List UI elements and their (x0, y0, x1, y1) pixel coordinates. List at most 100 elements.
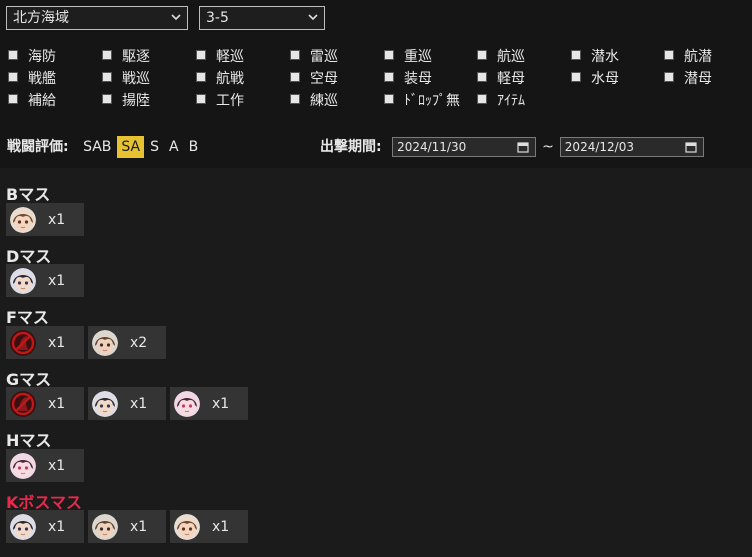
ship-type-label: 駆逐 (122, 49, 150, 65)
brown-hair-girl-icon (10, 206, 36, 233)
ship-type-label: 航戦 (216, 71, 244, 87)
drop-count: x1 (130, 518, 148, 535)
ship-type-checkbox[interactable]: ｱｲﾃﾑ (477, 90, 525, 112)
checkbox-icon[interactable] (384, 94, 394, 104)
ship-type-checkbox[interactable]: 航戦 (196, 68, 244, 90)
ship-type-label: 海防 (28, 49, 56, 65)
node-title: Bマス (6, 185, 51, 204)
rating-option[interactable]: SA (117, 136, 145, 158)
date-to-input[interactable]: 2024/12/03 (559, 137, 704, 157)
ship-type-checkbox[interactable]: 軽巡 (196, 46, 244, 68)
checkbox-icon[interactable] (102, 72, 112, 82)
ship-type-checkbox[interactable]: 駆逐 (102, 46, 150, 68)
ship-type-checkbox[interactable]: 戦艦 (8, 68, 56, 90)
drop-entry[interactable]: x1 (88, 387, 166, 420)
dark-hair-girl-icon (10, 267, 36, 294)
checkbox-icon[interactable] (290, 94, 300, 104)
area-select[interactable]: 北方海域 (6, 6, 188, 30)
checkbox-icon[interactable] (384, 72, 394, 82)
drop-count: x1 (130, 395, 148, 412)
ship-type-checkbox[interactable]: 装母 (384, 68, 432, 90)
ship-type-checkbox[interactable]: 練巡 (290, 90, 338, 112)
drop-entry[interactable]: x1 (6, 387, 84, 420)
ship-type-label: 揚陸 (122, 93, 150, 109)
dark-hair-girl-icon (92, 390, 118, 417)
checkbox-icon[interactable] (477, 72, 487, 82)
checkbox-icon[interactable] (8, 72, 18, 82)
date-from-input[interactable]: 2024/11/30 (392, 137, 537, 157)
checkbox-icon[interactable] (196, 72, 206, 82)
no-drop-icon (10, 390, 36, 417)
checkbox-icon[interactable] (8, 50, 18, 60)
brown-hair-boy-icon (92, 329, 118, 356)
drop-entry[interactable]: x1 (170, 510, 248, 543)
drop-entry[interactable]: x1 (6, 510, 84, 543)
ship-type-checkbox[interactable]: 軽母 (477, 68, 525, 90)
checkbox-icon[interactable] (477, 94, 487, 104)
drop-entry[interactable]: x1 (6, 264, 84, 297)
checkbox-icon[interactable] (571, 50, 581, 60)
ship-type-checkbox[interactable]: 戦巡 (102, 68, 150, 90)
ship-type-checkbox[interactable]: 海防 (8, 46, 56, 68)
checkbox-icon[interactable] (664, 72, 674, 82)
ship-type-checkbox[interactable]: 重巡 (384, 46, 432, 68)
area-select-value: 北方海域 (13, 10, 69, 26)
checkbox-icon[interactable] (290, 50, 300, 60)
dark-hair-girl-icon (10, 513, 36, 540)
ship-type-label: 水母 (591, 71, 619, 87)
ship-type-checkbox[interactable]: 水母 (571, 68, 619, 90)
ship-type-label: 潜水 (591, 49, 619, 65)
ship-type-label: 潜母 (684, 71, 712, 87)
checkbox-icon[interactable] (290, 72, 300, 82)
ship-type-label: 戦艦 (28, 71, 56, 87)
map-select[interactable]: 3-5 (199, 6, 325, 30)
chevron-down-icon (171, 14, 181, 21)
drop-count: x1 (48, 457, 66, 474)
ship-type-checkbox[interactable]: ﾄﾞﾛｯﾌﾟ無 (384, 90, 460, 112)
checkbox-icon[interactable] (102, 50, 112, 60)
ship-type-label: 軽母 (497, 71, 525, 87)
rating-option[interactable]: SAB (79, 136, 115, 158)
ship-type-label: 工作 (216, 93, 244, 109)
battle-rating-label: 戦闘評価: (7, 139, 69, 155)
ship-type-checkbox[interactable]: 補給 (8, 90, 56, 112)
pink-hair-girl-icon (174, 390, 200, 417)
checkbox-icon[interactable] (664, 50, 674, 60)
checkbox-icon[interactable] (196, 50, 206, 60)
ship-type-checkbox[interactable]: 工作 (196, 90, 244, 112)
drop-entry[interactable]: x1 (6, 203, 84, 236)
ship-type-checkbox[interactable]: 潜母 (664, 68, 712, 90)
ship-type-checkbox[interactable]: 空母 (290, 68, 338, 90)
node-title: Fマス (6, 308, 49, 327)
drop-entry[interactable]: x1 (6, 326, 84, 359)
calendar-icon[interactable] (517, 141, 529, 153)
ship-type-checkbox[interactable]: 潜水 (571, 46, 619, 68)
ship-type-label: 雷巡 (310, 49, 338, 65)
checkbox-icon[interactable] (102, 94, 112, 104)
drop-entry[interactable]: x2 (88, 326, 166, 359)
ship-type-label: 装母 (404, 71, 432, 87)
ship-type-checkbox[interactable]: 揚陸 (102, 90, 150, 112)
rating-option[interactable]: B (185, 136, 203, 158)
ship-type-label: 補給 (28, 93, 56, 109)
rating-option[interactable]: S (146, 136, 163, 158)
drop-entry[interactable]: x1 (88, 510, 166, 543)
drop-entry[interactable]: x1 (170, 387, 248, 420)
checkbox-icon[interactable] (384, 50, 394, 60)
drop-entry[interactable]: x1 (6, 449, 84, 482)
ship-type-checkbox[interactable]: 雷巡 (290, 46, 338, 68)
brown-hair-girl-icon (174, 513, 200, 540)
rating-option[interactable]: A (165, 136, 183, 158)
ship-type-checkbox[interactable]: 航巡 (477, 46, 525, 68)
checkbox-icon[interactable] (477, 50, 487, 60)
brown-hair-boy-icon (92, 513, 118, 540)
checkbox-icon[interactable] (571, 72, 581, 82)
checkbox-icon[interactable] (196, 94, 206, 104)
drop-count: x1 (48, 395, 66, 412)
sortie-period-filter: 出撃期間: 2024/11/30 ~ 2024/12/03 (320, 136, 704, 158)
drop-count: x1 (212, 518, 230, 535)
drop-count: x1 (48, 334, 66, 351)
ship-type-checkbox[interactable]: 航潜 (664, 46, 712, 68)
calendar-icon[interactable] (685, 141, 697, 153)
checkbox-icon[interactable] (8, 94, 18, 104)
